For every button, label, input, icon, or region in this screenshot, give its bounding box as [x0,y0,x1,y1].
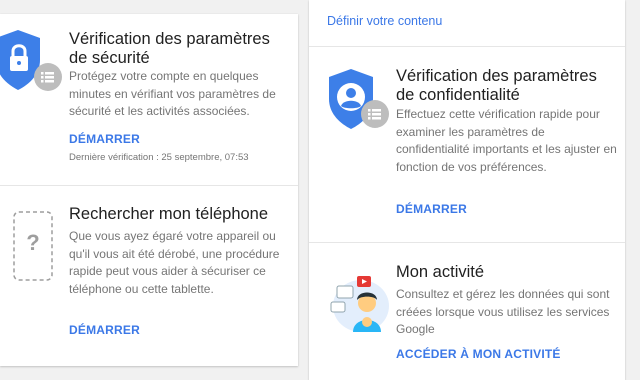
activity-illustration-icon [327,270,391,336]
right-middle-divider [309,242,625,243]
left-divider [0,185,298,186]
find-phone-start-button[interactable]: DÉMARRER [69,323,140,337]
find-phone-title: Rechercher mon téléphone [69,205,269,223]
privacy-shield-icon [327,67,399,133]
svg-text:?: ? [26,230,39,255]
my-activity-title: Mon activité [396,263,485,281]
left-card: Vérification des paramètres de sécurité … [0,14,298,366]
last-check-text: Dernière vérification : 25 septembre, 07… [69,152,249,163]
define-content-link[interactable]: Définir votre contenu [327,14,442,28]
right-top-divider [309,46,625,47]
security-check-title: Vérification des paramètres de sécurité [69,30,270,67]
security-check-description: Protégez votre compte en quelques minute… [69,69,276,118]
privacy-start-button[interactable]: DÉMARRER [396,202,467,216]
find-phone-description: Que vous ayez égaré votre appareil ou qu… [69,229,280,296]
privacy-check-title: Vérification des paramètres de confident… [396,67,597,104]
go-to-my-activity-button[interactable]: ACCÉDER À MON ACTIVITÉ [396,347,561,361]
privacy-check-description: Effectuez cette vérification rapide pour… [396,107,617,174]
security-start-button[interactable]: DÉMARRER [69,132,140,146]
phone-question-icon: ? [12,210,54,282]
security-shield-icon [0,30,68,96]
my-activity-description: Consultez et gérez les données qui sont … [396,287,610,336]
right-card: Définir votre contenu Vérification des p… [309,0,625,380]
